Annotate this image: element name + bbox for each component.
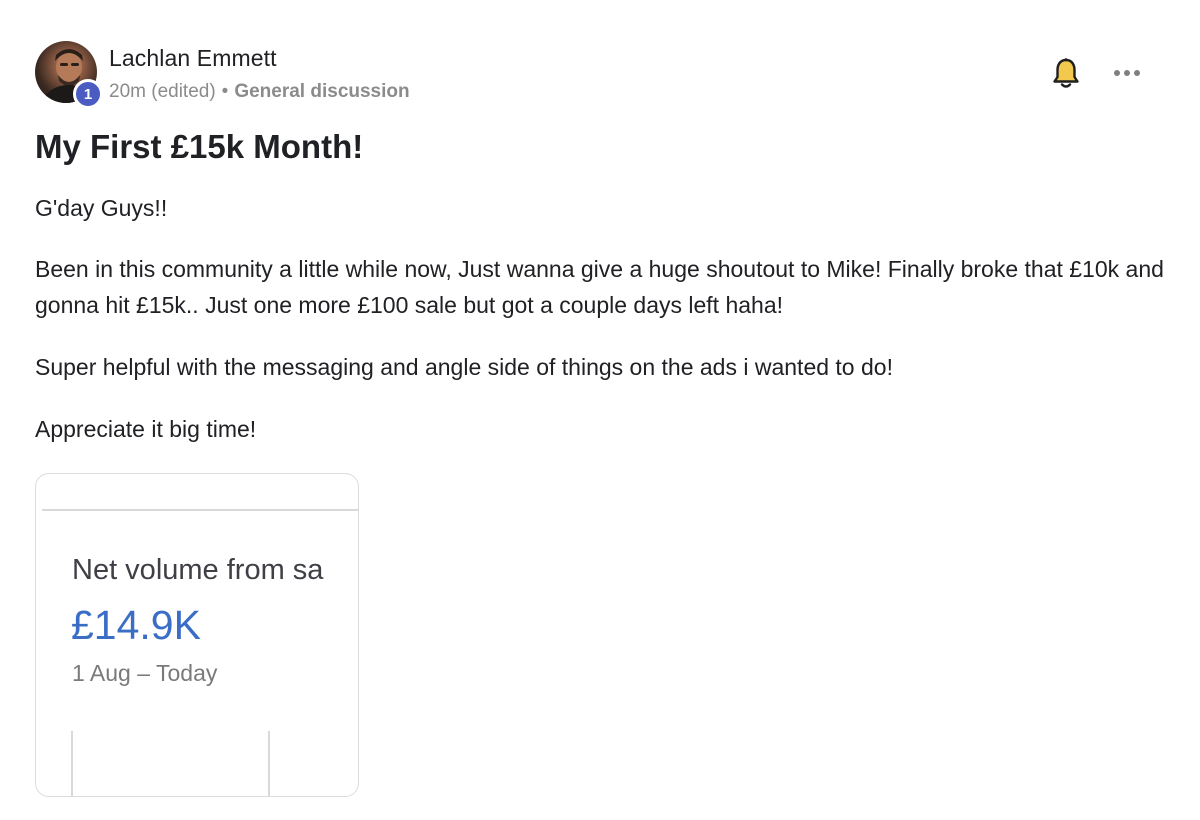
more-dot [1114, 70, 1120, 76]
post-title: My First £15k Month! [35, 128, 364, 165]
post-paragraph: Super helpful with the messaging and ang… [35, 354, 893, 380]
attachment-metric-label: Net volume from sa [72, 554, 324, 586]
bell-icon[interactable] [1050, 57, 1082, 91]
post-paragraph: Been in this community a little while no… [35, 256, 1164, 318]
post-meta: 20m (edited) • General discussion [109, 81, 410, 103]
attachment-chart-line [71, 731, 73, 796]
meta-separator: • [221, 81, 229, 102]
attachment-divider [42, 509, 358, 511]
attachment-chart-line [268, 731, 270, 796]
level-badge: 1 [73, 79, 103, 109]
more-dot [1124, 70, 1130, 76]
author-avatar-container[interactable]: 1 [35, 41, 103, 109]
post-category[interactable]: General discussion [234, 81, 409, 102]
post-card: 1 Lachlan Emmett 20m (edited) • General di… [0, 0, 1200, 820]
author-name[interactable]: Lachlan Emmett [109, 45, 277, 72]
image-attachment[interactable]: Net volume from sa £14.9K 1 Aug – Today [35, 473, 359, 797]
attachment-metric-value: £14.9K [71, 602, 201, 648]
post-timestamp: 20m (edited) [109, 81, 216, 102]
more-dot [1134, 70, 1140, 76]
attachment-date-range: 1 Aug – Today [72, 660, 218, 686]
more-options-icon[interactable] [1108, 60, 1146, 86]
post-paragraph: Appreciate it big time! [35, 416, 257, 442]
post-paragraph: G'day Guys!! [35, 195, 168, 221]
